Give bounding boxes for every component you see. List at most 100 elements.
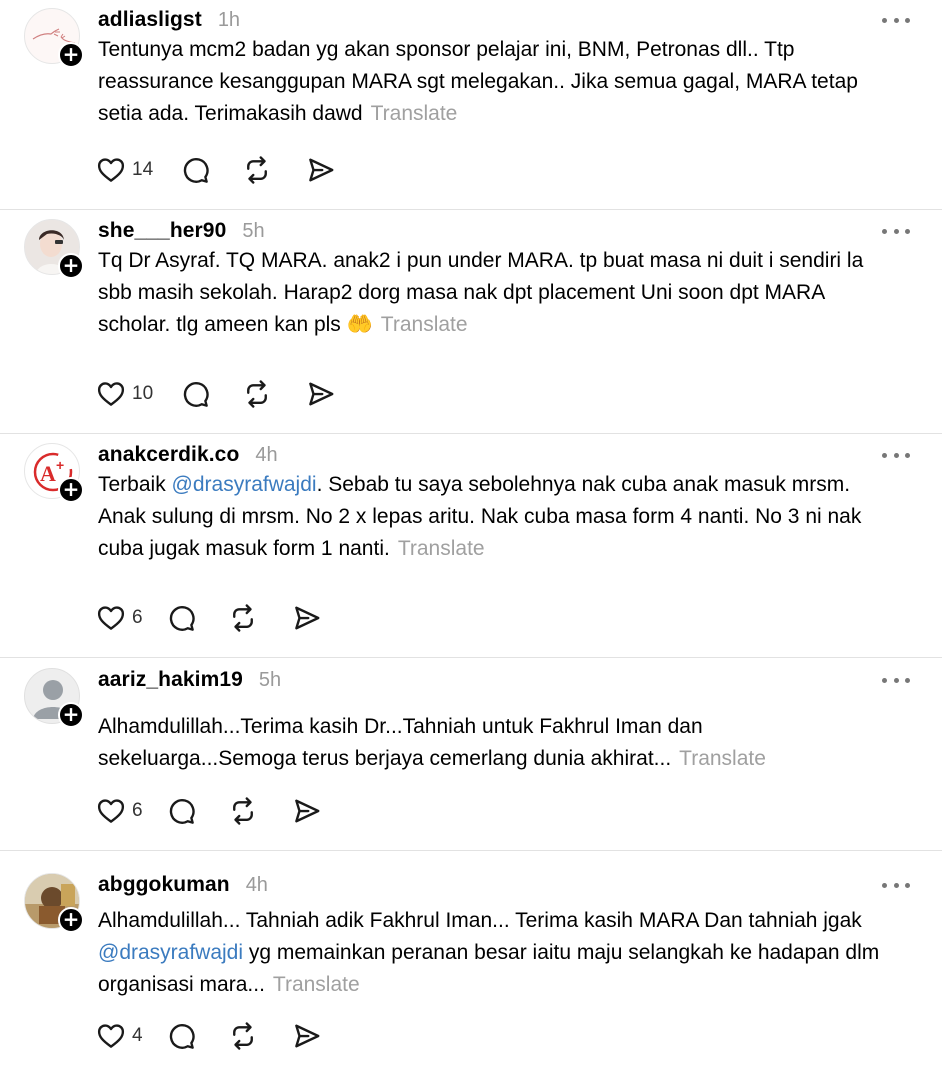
send-icon bbox=[309, 382, 334, 406]
more-options-icon[interactable] bbox=[882, 10, 910, 30]
comment-bubble-icon bbox=[183, 382, 209, 407]
like-count: 6 bbox=[132, 800, 143, 821]
heart-icon bbox=[97, 382, 125, 406]
follow-plus-button[interactable]: + bbox=[58, 477, 84, 503]
post-header: abggokuman 4h bbox=[98, 873, 268, 897]
heart-icon bbox=[97, 606, 125, 630]
send-icon bbox=[309, 158, 334, 182]
send-icon bbox=[295, 606, 320, 630]
repost-icon bbox=[247, 156, 267, 184]
avatar-container[interactable]: + bbox=[24, 219, 84, 279]
repost-icon bbox=[247, 380, 267, 408]
username[interactable]: adliasligst bbox=[98, 8, 202, 32]
post-text-content: Tentunya mcm2 badan yg akan sponsor pela… bbox=[98, 38, 858, 125]
comment-bubble-icon bbox=[169, 1024, 195, 1049]
like-button[interactable]: 6 bbox=[96, 791, 166, 831]
post-text: Tq Dr Asyraf. TQ MARA. anak2 i pun under… bbox=[98, 245, 898, 341]
action-bar: 14 bbox=[96, 150, 336, 190]
avatar-container[interactable]: + bbox=[24, 8, 84, 68]
repost-button[interactable] bbox=[228, 791, 292, 831]
like-button[interactable]: 6 bbox=[96, 598, 166, 638]
more-options-icon[interactable] bbox=[882, 221, 910, 241]
translate-link[interactable]: Translate bbox=[398, 537, 485, 560]
post-text-content: Alhamdulillah... Tahniah adik Fakhrul Im… bbox=[98, 909, 862, 932]
reply-post: + abggokuman 4h Alhamdulillah... Tahniah… bbox=[0, 851, 942, 1066]
translate-link[interactable]: Translate bbox=[679, 747, 766, 770]
repost-icon bbox=[233, 604, 253, 632]
like-count: 10 bbox=[132, 383, 154, 404]
post-text: Alhamdulillah... Tahniah adik Fakhrul Im… bbox=[98, 905, 898, 1001]
repost-button[interactable] bbox=[242, 150, 306, 190]
post-text-content: Terbaik bbox=[98, 473, 172, 496]
repost-button[interactable] bbox=[228, 1016, 292, 1056]
like-button[interactable]: 4 bbox=[96, 1016, 166, 1056]
comment-button[interactable] bbox=[166, 1016, 228, 1056]
post-text-content: Alhamdulillah...Terima kasih Dr...Tahnia… bbox=[98, 715, 703, 770]
username[interactable]: abggokuman bbox=[98, 873, 230, 897]
send-icon bbox=[295, 1024, 320, 1048]
translate-link[interactable]: Translate bbox=[371, 102, 458, 125]
more-options-icon[interactable] bbox=[882, 875, 910, 895]
comment-bubble-icon bbox=[169, 799, 195, 824]
post-header: adliasligst 1h bbox=[98, 8, 240, 32]
share-button[interactable] bbox=[306, 150, 336, 190]
more-options-icon[interactable] bbox=[882, 670, 910, 690]
mention-link[interactable]: @drasyrafwajdi bbox=[172, 473, 317, 496]
follow-plus-button[interactable]: + bbox=[58, 702, 84, 728]
comment-button[interactable] bbox=[180, 374, 242, 414]
post-header: anakcerdik.co 4h bbox=[98, 443, 278, 467]
action-bar: 4 bbox=[96, 1016, 322, 1056]
username[interactable]: aariz_hakim19 bbox=[98, 668, 243, 692]
heart-icon bbox=[97, 1024, 125, 1048]
repost-button[interactable] bbox=[242, 374, 306, 414]
avatar-container[interactable]: + bbox=[24, 668, 84, 728]
reply-post: + adliasligst 1h Tentunya mcm2 badan yg … bbox=[0, 0, 942, 210]
post-text-content: Tq Dr Asyraf. TQ MARA. anak2 i pun under… bbox=[98, 249, 864, 336]
translate-link[interactable]: Translate bbox=[273, 973, 360, 996]
action-bar: 6 bbox=[96, 598, 322, 638]
replies-feed: + adliasligst 1h Tentunya mcm2 badan yg … bbox=[0, 0, 942, 1066]
post-header: she___her90 5h bbox=[98, 219, 265, 243]
follow-plus-button[interactable]: + bbox=[58, 907, 84, 933]
follow-plus-button[interactable]: + bbox=[58, 253, 84, 279]
more-options-icon[interactable] bbox=[882, 445, 910, 465]
like-button[interactable]: 14 bbox=[96, 150, 180, 190]
comment-bubble-icon bbox=[169, 606, 195, 631]
translate-link[interactable]: Translate bbox=[381, 313, 468, 336]
svg-text:+: + bbox=[56, 457, 64, 473]
like-count: 14 bbox=[132, 159, 154, 180]
username[interactable]: anakcerdik.co bbox=[98, 443, 239, 467]
comment-button[interactable] bbox=[180, 150, 242, 190]
repost-button[interactable] bbox=[228, 598, 292, 638]
follow-plus-button[interactable]: + bbox=[58, 42, 84, 68]
send-icon bbox=[295, 799, 320, 823]
like-count: 4 bbox=[132, 1025, 143, 1046]
avatar-container[interactable]: + bbox=[24, 873, 84, 933]
share-button[interactable] bbox=[292, 791, 322, 831]
heart-icon bbox=[97, 158, 125, 182]
timestamp[interactable]: 5h bbox=[259, 669, 281, 692]
timestamp[interactable]: 4h bbox=[246, 874, 268, 897]
reply-post: + aariz_hakim19 5h Alhamdulillah...Terim… bbox=[0, 658, 942, 851]
repost-icon bbox=[233, 797, 253, 825]
comment-bubble-icon bbox=[183, 158, 209, 183]
comment-button[interactable] bbox=[166, 598, 228, 638]
timestamp[interactable]: 5h bbox=[242, 220, 264, 243]
share-button[interactable] bbox=[306, 374, 336, 414]
repost-icon bbox=[233, 1022, 253, 1050]
share-button[interactable] bbox=[292, 598, 322, 638]
reply-post: + she___her90 5h Tq Dr Asyraf. TQ MARA. … bbox=[0, 210, 942, 434]
username[interactable]: she___her90 bbox=[98, 219, 226, 243]
share-button[interactable] bbox=[292, 1016, 322, 1056]
like-button[interactable]: 10 bbox=[96, 374, 180, 414]
mention-link[interactable]: @drasyrafwajdi bbox=[98, 941, 243, 964]
action-bar: 10 bbox=[96, 374, 336, 414]
like-count: 6 bbox=[132, 607, 143, 628]
post-text: Terbaik @drasyrafwajdi. Sebab tu saya se… bbox=[98, 469, 898, 565]
action-bar: 6 bbox=[96, 791, 322, 831]
timestamp[interactable]: 4h bbox=[255, 444, 277, 467]
avatar-container[interactable]: A + + bbox=[24, 443, 84, 503]
timestamp[interactable]: 1h bbox=[218, 9, 240, 32]
comment-button[interactable] bbox=[166, 791, 228, 831]
post-text: Alhamdulillah...Terima kasih Dr...Tahnia… bbox=[98, 711, 858, 775]
